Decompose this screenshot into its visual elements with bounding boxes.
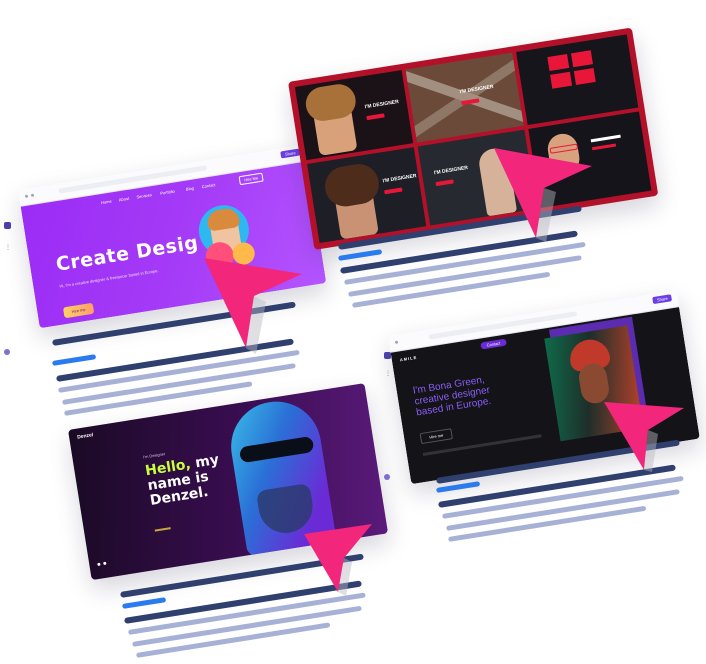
tile-button[interactable] [435, 179, 454, 187]
brand-logo[interactable]: Denzel [77, 432, 94, 440]
user-icon[interactable] [384, 474, 390, 480]
designer-grid-preview[interactable]: I'M DESIGNER I'M DESIGNER I'M DESIGNER I… [288, 27, 659, 250]
home-icon[interactable] [384, 352, 391, 359]
hire-me-button[interactable]: Hire me [62, 302, 95, 319]
nav-item[interactable]: About [118, 196, 129, 203]
placeholder-pill [338, 249, 383, 261]
grid-tile: I'M DESIGNER [405, 52, 524, 143]
hire-me-button[interactable]: Hire me [419, 428, 453, 445]
browser-dot [30, 193, 35, 198]
share-button[interactable]: Share [280, 148, 301, 159]
home-icon[interactable] [4, 222, 11, 229]
nav-item[interactable]: Contact [201, 182, 215, 189]
road-overpass [405, 71, 524, 127]
side-toolbar: ⋮ [2, 214, 14, 355]
nav-item[interactable]: Portfolio [160, 189, 175, 196]
social-icon[interactable] [97, 562, 101, 567]
cursor-arrow-icon [604, 402, 684, 472]
nav-badge[interactable]: Contact [480, 338, 507, 350]
hire-me-nav-button[interactable]: Hire Me [238, 172, 264, 186]
service-box [550, 71, 573, 89]
user-icon[interactable] [4, 349, 10, 355]
menu-icon[interactable]: ⋮ [5, 244, 11, 251]
tile-title: I'M DESIGNER [433, 164, 469, 177]
tagline: I'm Designer [142, 451, 166, 460]
nav-item[interactable]: Home [101, 199, 112, 206]
menu-icon[interactable]: ⋮ [385, 370, 391, 377]
headline: I'm Bona Green, creative designer based … [412, 374, 492, 419]
nav-item[interactable]: Services [136, 192, 152, 199]
placeholder-pill [52, 354, 97, 366]
grid-tile [516, 34, 639, 126]
nav-item[interactable]: Blog [186, 185, 195, 191]
brand-logo[interactable]: AMILE [399, 355, 417, 363]
grid-tile: I'M DESIGNER [307, 147, 427, 244]
tile-button[interactable] [366, 113, 385, 121]
headline: Hello, my name is Denzel. [144, 452, 224, 509]
service-box [573, 68, 596, 85]
cursor-arrow-icon [304, 524, 372, 596]
placeholder-pill [122, 597, 167, 609]
cursor-arrow-icon [494, 148, 592, 242]
tile-button[interactable] [384, 187, 403, 195]
side-toolbar: ⋮ [382, 344, 394, 484]
service-box [547, 54, 570, 71]
tile-title: I'M DESIGNER [364, 98, 400, 111]
grid-tile: I'M DESIGNER [294, 70, 414, 161]
info-line [590, 134, 621, 143]
service-box [571, 50, 593, 68]
browser-dot [394, 340, 399, 344]
cursor-arrow-icon [204, 258, 302, 354]
share-button[interactable]: Share [652, 294, 673, 305]
browser-dot [24, 194, 29, 198]
social-icon[interactable] [103, 561, 107, 566]
accent-underline [154, 527, 171, 532]
tile-title: I'M DESIGNER [382, 173, 418, 185]
